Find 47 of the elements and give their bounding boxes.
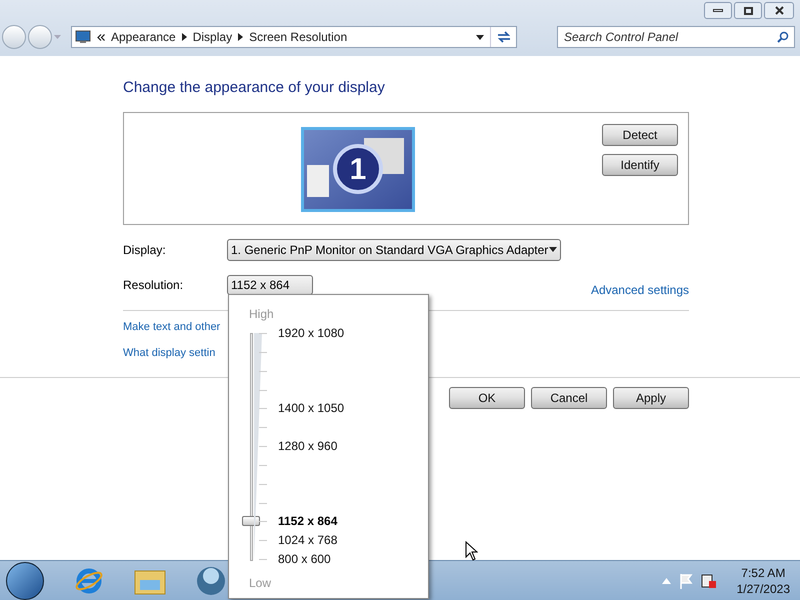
monitor-number: 1 [333, 144, 383, 194]
resolution-dropdown[interactable]: 1152 x 864 [227, 274, 313, 294]
breadcrumb[interactable]: Appearance [111, 28, 176, 46]
resolution-option[interactable]: 1280 x 960 [278, 439, 338, 453]
address-bar[interactable]: Appearance Display Screen Resolution [71, 26, 517, 48]
sphere-icon[interactable] [196, 566, 226, 596]
close-button[interactable] [764, 2, 794, 19]
resolution-option[interactable]: 800 x 600 [278, 552, 331, 566]
help-link[interactable]: What display settin [123, 345, 216, 362]
dialog-button[interactable]: OK [449, 386, 525, 408]
restore-button[interactable] [734, 2, 762, 19]
minimize-button[interactable] [704, 2, 732, 19]
close-icon[interactable] [774, 6, 784, 15]
display-dropdown[interactable]: 1. Generic PnP Monitor on Standard VGA Graphics Adapter [227, 238, 561, 260]
refresh-icon[interactable] [496, 31, 510, 43]
high-label: High [249, 306, 274, 323]
start-button[interactable] [6, 562, 44, 600]
mouse-cursor-icon [465, 541, 478, 561]
network-icon[interactable] [700, 572, 717, 588]
breadcrumb[interactable]: Display [192, 28, 232, 46]
dialog-button[interactable]: Apply [613, 386, 689, 408]
field-label: Resolution: [123, 276, 184, 294]
resolution-option[interactable]: 1152 x 864 [278, 514, 338, 528]
field-label: Display: [123, 242, 167, 258]
breadcrumb-arrow-icon[interactable] [238, 33, 244, 41]
breadcrumb-arrow-icon[interactable] [182, 33, 187, 41]
clock-time[interactable]: 7:52 AM [741, 564, 786, 580]
dialog-button[interactable]: Cancel [531, 386, 607, 408]
window-thumbnail [307, 164, 329, 196]
dropdown-arrow-icon [549, 247, 557, 252]
clock-date[interactable]: 1/27/2023 [736, 580, 790, 596]
resolution-option[interactable]: 1920 x 1080 [278, 326, 344, 340]
dropdown-arrow-icon[interactable] [476, 34, 484, 40]
low-label: Low [249, 575, 272, 592]
monitor-preview[interactable]: 1 [301, 126, 415, 212]
monitor-icon [75, 30, 91, 44]
page-heading: Change the appearance of your display [123, 78, 386, 98]
help-link[interactable]: Make text and other [123, 318, 220, 335]
breadcrumb[interactable]: Screen Resolution [249, 28, 348, 46]
preview-button[interactable]: Identify [602, 154, 678, 176]
double-chevron-icon[interactable] [97, 34, 105, 40]
advanced-settings-link[interactable]: Advanced settings [590, 280, 689, 298]
resolution-option[interactable]: 1400 x 1050 [278, 401, 344, 416]
search-icon[interactable] [777, 31, 789, 43]
search-field[interactable]: Search Control Panel [557, 26, 795, 48]
resolution-option[interactable]: 1024 x 768 [278, 533, 338, 548]
preview-button[interactable]: Detect [602, 124, 678, 146]
